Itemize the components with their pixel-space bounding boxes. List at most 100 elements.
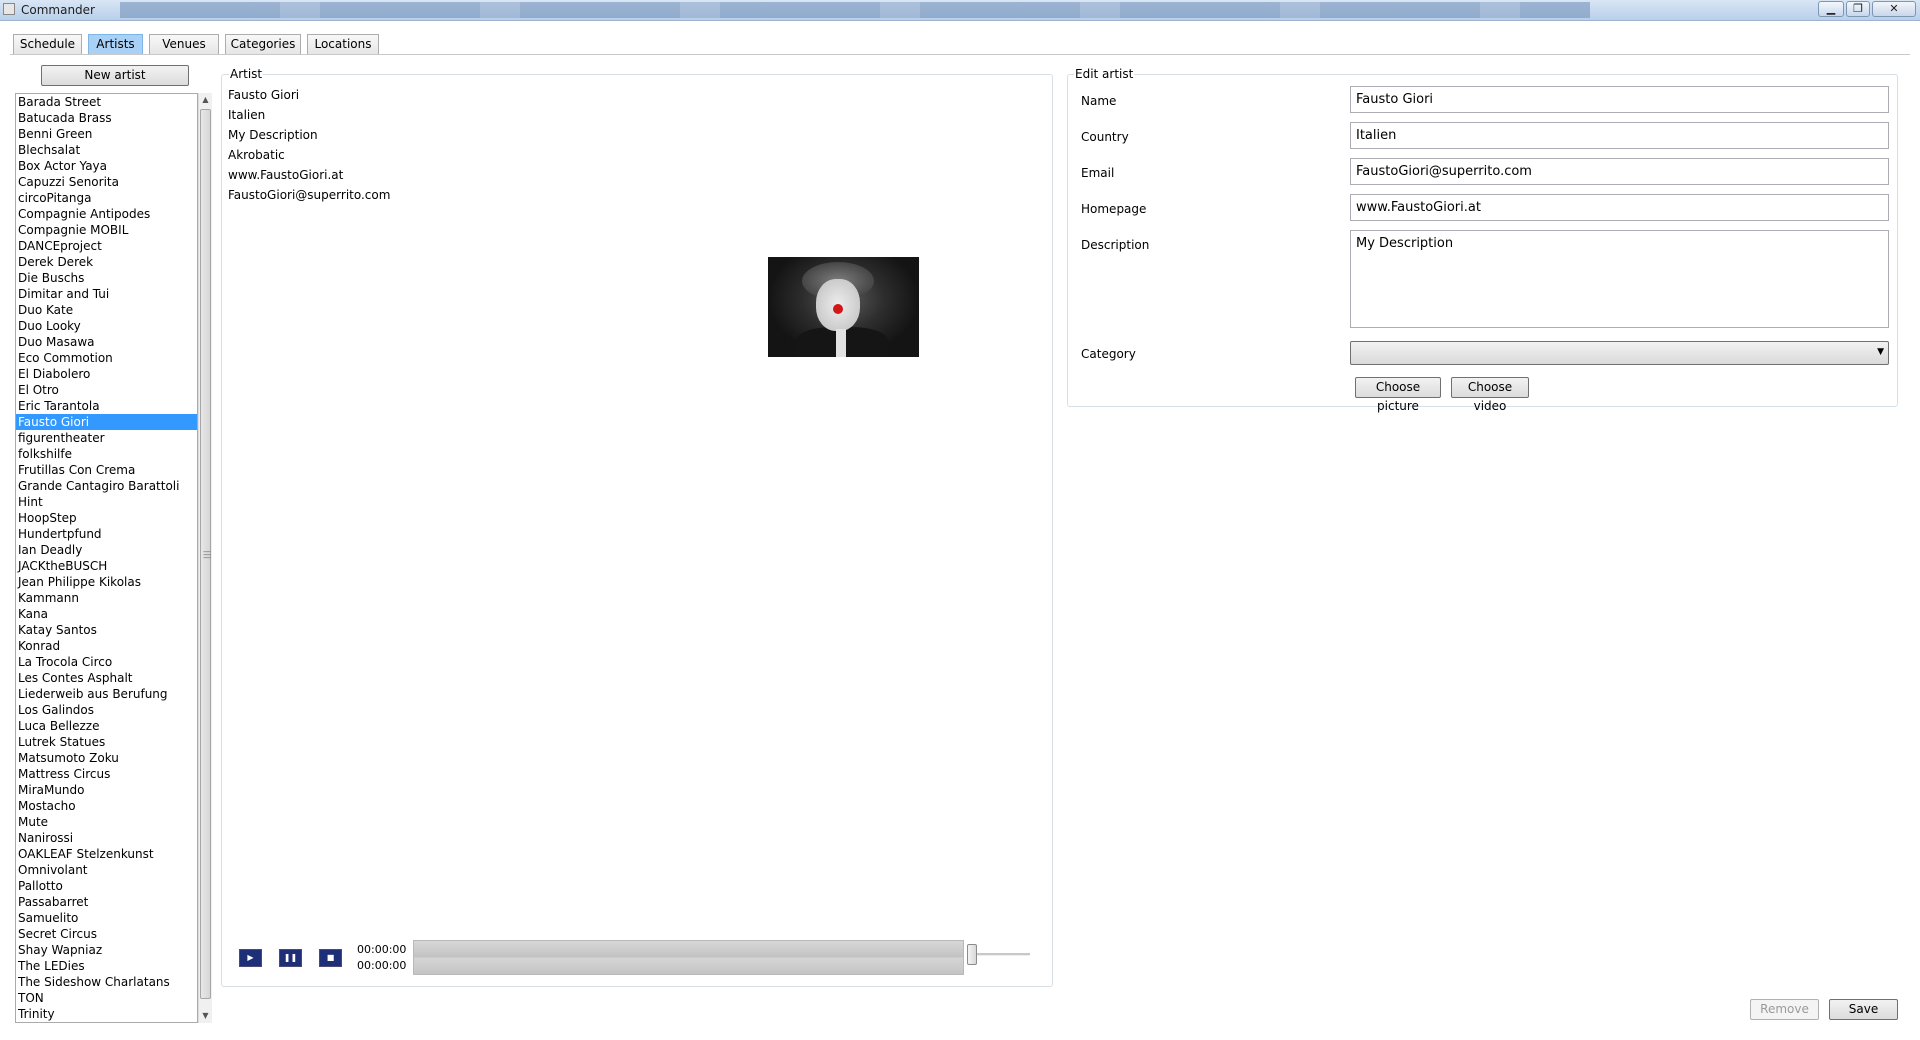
artist-list-item[interactable]: Konrad [16,638,197,654]
artist-list-item[interactable]: Kammann [16,590,197,606]
artist-list-item[interactable]: Frutillas Con Crema [16,462,197,478]
close-button[interactable]: ✕ [1872,1,1916,17]
artist-list-item[interactable]: Derek Derek [16,254,197,270]
artist-list-item[interactable]: Compagnie MOBIL [16,222,197,238]
tab-categories[interactable]: Categories [225,34,301,54]
artist-list-item[interactable]: Omnivolant [16,862,197,878]
artist-country: Italien [228,108,266,122]
artist-list-item[interactable]: Jean Philippe Kikolas [16,574,197,590]
artist-list-item[interactable]: Batucada Brass [16,110,197,126]
artist-list-item[interactable]: OAKLEAF Stelzenkunst [16,846,197,862]
artist-list[interactable]: Barada Street Batucada Brass Benni Green Bl… [15,93,198,1023]
artist-list-item[interactable]: Lutrek Statues [16,734,197,750]
artist-list-item[interactable]: Duo Looky [16,318,197,334]
artist-list-item[interactable]: Los Galindos [16,702,197,718]
restore-icon: ❐ [1853,2,1863,15]
tab-locations[interactable]: Locations [307,34,379,54]
artist-list-item[interactable]: Benni Green [16,126,197,142]
artist-list-item[interactable]: The LEDies [16,958,197,974]
artist-list-item[interactable]: Trinity [16,1006,197,1022]
artist-list-item[interactable]: La Trocola Circo [16,654,197,670]
play-button[interactable]: ▶ [239,949,262,967]
minimize-button[interactable]: ▁ [1818,1,1844,17]
artist-list-item[interactable]: Eric Tarantola [16,398,197,414]
close-icon: ✕ [1889,2,1899,15]
artist-list-item[interactable]: Barada Street [16,94,197,110]
stop-button[interactable]: ■ [319,949,342,967]
artist-list-item[interactable]: Katay Santos [16,622,197,638]
artist-list-item[interactable]: Nanirossi [16,830,197,846]
artist-list-item[interactable]: Kana [16,606,197,622]
pause-icon: ❚❚ [283,953,298,962]
homepage-field[interactable]: www.FaustoGiori.at [1350,194,1889,221]
scroll-up-icon[interactable]: ▲ [199,93,212,107]
artist-list-item[interactable]: TON [16,990,197,1006]
pause-button[interactable]: ❚❚ [279,949,302,967]
remove-button[interactable]: Remove [1750,999,1819,1020]
artist-list-item[interactable]: HoopStep [16,510,197,526]
artist-list-item[interactable]: Duo Masawa [16,334,197,350]
artist-list-item[interactable]: Passabarret [16,894,197,910]
artist-list-item[interactable]: Box Actor Yaya [16,158,197,174]
window-title: Commander [21,3,95,17]
artist-list-item[interactable]: folkshilfe [16,446,197,462]
artist-list-item[interactable]: Hint [16,494,197,510]
artist-list-item[interactable]: Blechsalat [16,142,197,158]
artist-list-item[interactable]: The Sideshow Charlatans [16,974,197,990]
artist-email: FaustoGiori@superrito.com [228,188,391,202]
scroll-down-icon[interactable]: ▼ [199,1009,212,1023]
maximize-button[interactable]: ❐ [1846,1,1870,17]
artist-list-item[interactable]: Eco Commotion [16,350,197,366]
homepage-label: Homepage [1081,202,1147,216]
artist-list-item[interactable]: Secret Circus [16,926,197,942]
scroll-thumb[interactable]: — — — [200,109,211,999]
tab-artists[interactable]: Artists [88,34,143,54]
category-select[interactable]: ▼ [1350,341,1889,365]
tab-venues[interactable]: Venues [149,34,219,54]
artist-list-item[interactable]: JACKtheBUSCH [16,558,197,574]
artist-list-item[interactable]: Les Contes Asphalt [16,670,197,686]
country-field[interactable]: Italien [1350,122,1889,149]
artist-list-item[interactable]: Mostacho [16,798,197,814]
artist-name: Fausto Giori [228,88,300,102]
artist-list-item[interactable]: DANCEproject [16,238,197,254]
artist-list-item[interactable]: Pallotto [16,878,197,894]
artist-list-item[interactable]: Capuzzi Senorita [16,174,197,190]
artist-list-item[interactable]: Matsumoto Zoku [16,750,197,766]
volume-slider-thumb[interactable] [967,944,977,965]
artist-list-item[interactable]: Hundertpfund [16,526,197,542]
artist-list-item[interactable]: Mattress Circus [16,766,197,782]
description-field[interactable]: My Description [1350,230,1889,328]
volume-slider-track[interactable] [968,953,1030,956]
edit-panel-header: Edit artist [1074,67,1135,81]
artist-list-item[interactable]: El Otro [16,382,197,398]
email-field[interactable]: FaustoGiori@superrito.com [1350,158,1889,185]
background-taskbar-strip [120,2,1590,18]
artist-list-scrollbar[interactable]: ▲ — — — ▼ [198,93,212,1023]
artist-list-item[interactable]: Duo Kate [16,302,197,318]
artist-list-item[interactable]: Dimitar and Tui [16,286,197,302]
artist-list-item[interactable]: Shay Wapniaz [16,942,197,958]
artist-category: Akrobatic [228,148,285,162]
artist-list-item[interactable]: Liederweib aus Berufung [16,686,197,702]
artist-list-item[interactable]: figurentheater [16,430,197,446]
email-label: Email [1081,166,1115,180]
name-field[interactable]: Fausto Giori [1350,86,1889,113]
artist-list-item[interactable]: Luca Bellezze [16,718,197,734]
new-artist-button[interactable]: New artist [41,65,189,86]
artist-list-item[interactable]: circoPitanga [16,190,197,206]
choose-video-button[interactable]: Choose video [1451,377,1529,413]
artist-list-item[interactable]: MiraMundo [16,782,197,798]
artist-panel-header: Artist [229,67,264,81]
artist-list-item[interactable]: Samuelito [16,910,197,926]
choose-picture-button[interactable]: Choose picture [1355,377,1441,413]
artist-list-item[interactable]: Die Buschs [16,270,197,286]
artist-list-item[interactable]: Ian Deadly [16,542,197,558]
save-button[interactable]: Save [1829,999,1898,1020]
artist-list-item[interactable]: Mute [16,814,197,830]
artist-list-item[interactable]: El Diabolero [16,366,197,382]
artist-list-item[interactable]: Fausto Giori [16,414,197,430]
tab-schedule[interactable]: Schedule [13,34,82,54]
artist-list-item[interactable]: Compagnie Antipodes [16,206,197,222]
artist-list-item[interactable]: Grande Cantagiro Barattoli [16,478,197,494]
